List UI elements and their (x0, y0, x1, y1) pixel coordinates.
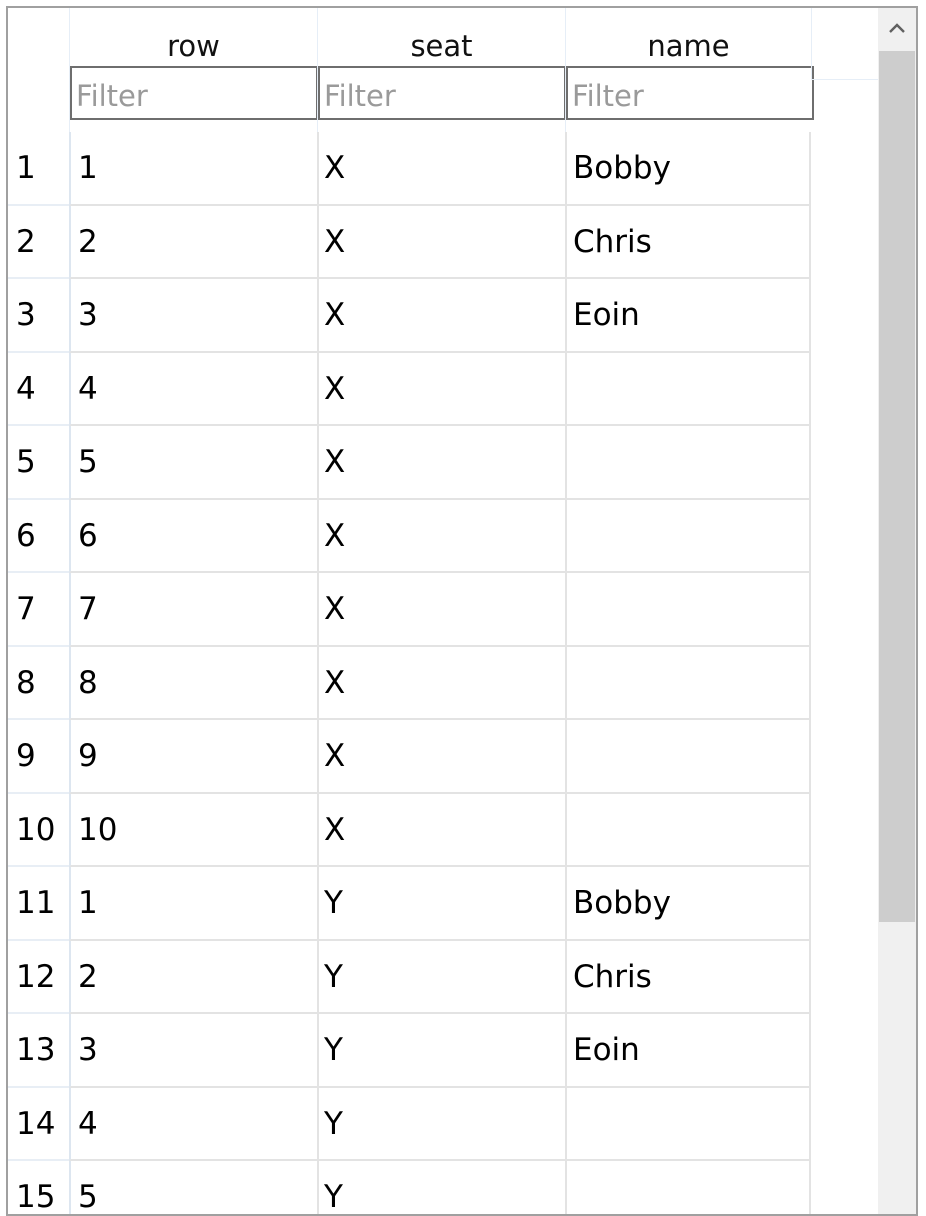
data-grid-frame: row seat name 11XBobby22XChris33XEoin44X… (6, 6, 918, 1216)
data-grid: row seat name 11XBobby22XChris33XEoin44X… (8, 8, 880, 1214)
name-cell[interactable]: Eoin (565, 1014, 811, 1088)
seat-cell[interactable]: X (317, 426, 565, 500)
name-cell[interactable] (565, 720, 811, 794)
table-row[interactable]: 3 3 X Eoin (8, 279, 811, 353)
row-index-cell[interactable]: 6 (8, 500, 69, 573)
table-row[interactable]: 55X (8, 426, 811, 500)
name-cell[interactable]: Chris (565, 205, 811, 279)
scroll-up-button[interactable] (878, 8, 916, 50)
row-index-cell[interactable]: 11 (8, 867, 69, 941)
row-cell[interactable]: 7 (69, 573, 317, 647)
seat-cell[interactable]: X (317, 646, 565, 720)
name-cell[interactable] (565, 499, 811, 573)
seat-cell[interactable]: X (317, 205, 565, 279)
row-cell[interactable]: 2 (69, 205, 317, 279)
name-cell[interactable] (565, 1087, 811, 1161)
table-row[interactable]: 44X (8, 352, 811, 426)
header-corner (8, 8, 69, 132)
name-cell[interactable] (565, 573, 811, 647)
table-row[interactable]: 66X (8, 499, 811, 573)
table-row[interactable]: 13 3 Y Eoin (8, 1014, 811, 1088)
table-row[interactable]: 15 5 Y (8, 1161, 811, 1214)
column-header-label: row (167, 29, 220, 63)
seat-cell[interactable]: X (317, 499, 565, 573)
column-header-label: seat (410, 29, 473, 63)
row-cell[interactable]: 5 (69, 1161, 317, 1214)
name-cell[interactable]: Eoin (565, 279, 811, 353)
table-row[interactable]: 77X (8, 573, 811, 647)
row-index-cell[interactable]: 1 (8, 132, 69, 206)
seat-cell[interactable]: X (317, 352, 565, 426)
row-cell[interactable]: 2 (69, 940, 317, 1014)
name-cell[interactable]: Bobby (565, 132, 811, 206)
row-index-cell[interactable]: 9 (8, 720, 69, 794)
name-cell[interactable] (565, 352, 811, 426)
table-row[interactable]: 99X (8, 720, 811, 794)
row-filter-input[interactable] (70, 66, 318, 120)
seat-cell[interactable]: Y (317, 1014, 565, 1088)
row-cell[interactable]: 3 (69, 1014, 317, 1088)
chevron-up-icon (889, 23, 905, 33)
row-index-cell[interactable]: 14 (8, 1088, 69, 1161)
row-index-cell[interactable]: 8 (8, 647, 69, 720)
row-cell[interactable]: 5 (69, 426, 317, 500)
table-row[interactable]: 14 4 Y (8, 1087, 811, 1161)
name-cell[interactable]: Bobby (565, 867, 811, 941)
row-index-cell[interactable]: 10 (8, 794, 69, 867)
row-index-cell[interactable]: 4 (8, 353, 69, 426)
name-cell[interactable]: Chris (565, 940, 811, 1014)
name-cell[interactable] (565, 793, 811, 867)
row-cell[interactable]: 6 (69, 499, 317, 573)
seat-cell[interactable]: Y (317, 1087, 565, 1161)
row-cell[interactable]: 4 (69, 352, 317, 426)
row-index-cell[interactable]: 7 (8, 573, 69, 647)
table-row[interactable]: 12 2 Y Chris (8, 940, 811, 1014)
scrollbar-thumb[interactable] (879, 51, 915, 922)
column-header-row[interactable]: row (69, 8, 318, 132)
header-filler (811, 8, 880, 80)
table-row[interactable]: 88X (8, 646, 811, 720)
table-body: 1 1 X Bobby 2 2 X Chris 3 3 X Eoin 4 4 X 5 5 X 6 6 X 7 7 X 8 8 X 9 9… (8, 132, 811, 1214)
row-index-cell[interactable]: 5 (8, 426, 69, 500)
column-header-name[interactable]: name (565, 8, 814, 132)
seat-cell[interactable]: X (317, 132, 565, 206)
seat-cell[interactable]: X (317, 573, 565, 647)
column-header-label: name (647, 29, 730, 63)
row-cell[interactable]: 9 (69, 720, 317, 794)
row-index-cell[interactable]: 13 (8, 1014, 69, 1088)
vertical-scrollbar[interactable] (878, 8, 916, 1214)
seat-cell[interactable]: Y (317, 867, 565, 941)
table-row[interactable]: 2 2 X Chris (8, 205, 811, 279)
row-index-cell[interactable]: 2 (8, 206, 69, 279)
row-cell[interactable]: 10 (69, 793, 317, 867)
row-index-cell[interactable]: 15 (8, 1161, 69, 1214)
column-header-seat[interactable]: seat (317, 8, 566, 132)
seat-cell[interactable]: X (317, 793, 565, 867)
row-index-cell[interactable]: 12 (8, 941, 69, 1014)
name-filter-input[interactable] (566, 66, 814, 120)
seat-cell[interactable]: Y (317, 940, 565, 1014)
table-row[interactable]: 1 1 X Bobby (8, 132, 811, 206)
table-row[interactable]: 11 1 Y Bobby (8, 867, 811, 941)
name-cell[interactable] (565, 1161, 811, 1214)
row-cell[interactable]: 1 (69, 132, 317, 206)
row-index-cell[interactable]: 3 (8, 279, 69, 353)
table-row[interactable]: 10 10 X (8, 793, 811, 867)
row-cell[interactable]: 3 (69, 279, 317, 353)
row-cell[interactable]: 4 (69, 1087, 317, 1161)
seat-cell[interactable]: X (317, 720, 565, 794)
row-cell[interactable]: 8 (69, 646, 317, 720)
name-cell[interactable] (565, 426, 811, 500)
seat-cell[interactable]: Y (317, 1161, 565, 1214)
name-cell[interactable] (565, 646, 811, 720)
seat-filter-input[interactable] (318, 66, 566, 120)
row-cell[interactable]: 1 (69, 867, 317, 941)
seat-cell[interactable]: X (317, 279, 565, 353)
